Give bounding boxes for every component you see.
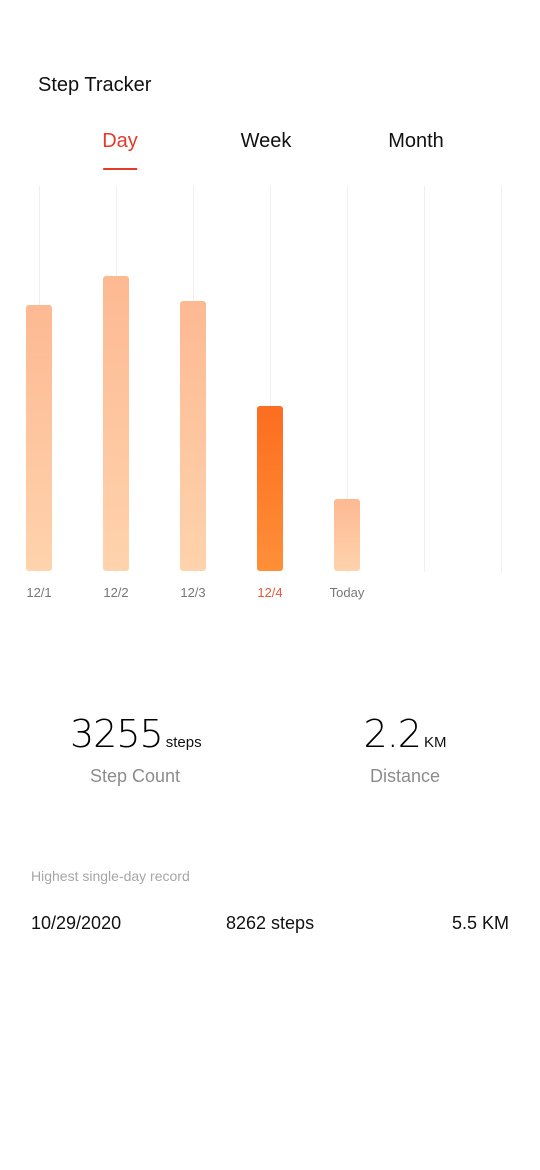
- chart-x-label: 12/4: [257, 585, 283, 600]
- daily-steps-chart: 12/1 12/2 12/3 12/4 Today: [0, 186, 540, 606]
- chart-bar-12-4[interactable]: [257, 406, 283, 571]
- record-steps: 8262 steps: [226, 913, 315, 933]
- chart-bar-12-3[interactable]: [180, 301, 206, 571]
- distance-value: 2.2: [363, 712, 422, 756]
- tab-day[interactable]: Day: [102, 130, 138, 170]
- chart-bar-today[interactable]: [334, 499, 360, 571]
- chart-bar-12-1[interactable]: [26, 305, 52, 571]
- record-title: Highest single-day record: [31, 868, 190, 884]
- tab-week[interactable]: Week: [241, 130, 292, 153]
- chart-x-label: 12/3: [180, 585, 206, 600]
- distance-stat: 2.2 KM Distance: [340, 712, 470, 787]
- step-tracker-screen: Step Tracker Day Week Month 12/1 12/2 12/3…: [0, 0, 540, 1170]
- chart-x-label: Today: [329, 585, 365, 600]
- tab-week-label: Week: [240, 130, 292, 152]
- tab-day-label: Day: [102, 130, 138, 152]
- distance-caption: Distance: [369, 766, 441, 786]
- page-title: Step Tracker: [38, 74, 152, 96]
- chart-x-label: 12/2: [103, 585, 129, 600]
- step-count-caption: Step Count: [89, 766, 181, 786]
- step-count-unit: steps: [165, 734, 202, 751]
- step-count-stat: 3255 steps Step Count: [70, 712, 202, 787]
- distance-unit: KM: [423, 734, 447, 751]
- record-date: 10/29/2020: [31, 913, 122, 933]
- tab-month-label: Month: [388, 130, 444, 152]
- chart-bar-12-2[interactable]: [103, 276, 129, 571]
- record-distance: 5.5 KM: [451, 913, 509, 933]
- step-count-value: 3255: [70, 712, 164, 756]
- active-tab-indicator: [102, 168, 137, 170]
- chart-gridline: [501, 186, 502, 572]
- chart-x-label: 12/1: [26, 585, 52, 600]
- tab-month[interactable]: Month: [388, 130, 444, 153]
- chart-gridline: [424, 186, 425, 572]
- period-tabs: Day Week Month: [0, 130, 540, 174]
